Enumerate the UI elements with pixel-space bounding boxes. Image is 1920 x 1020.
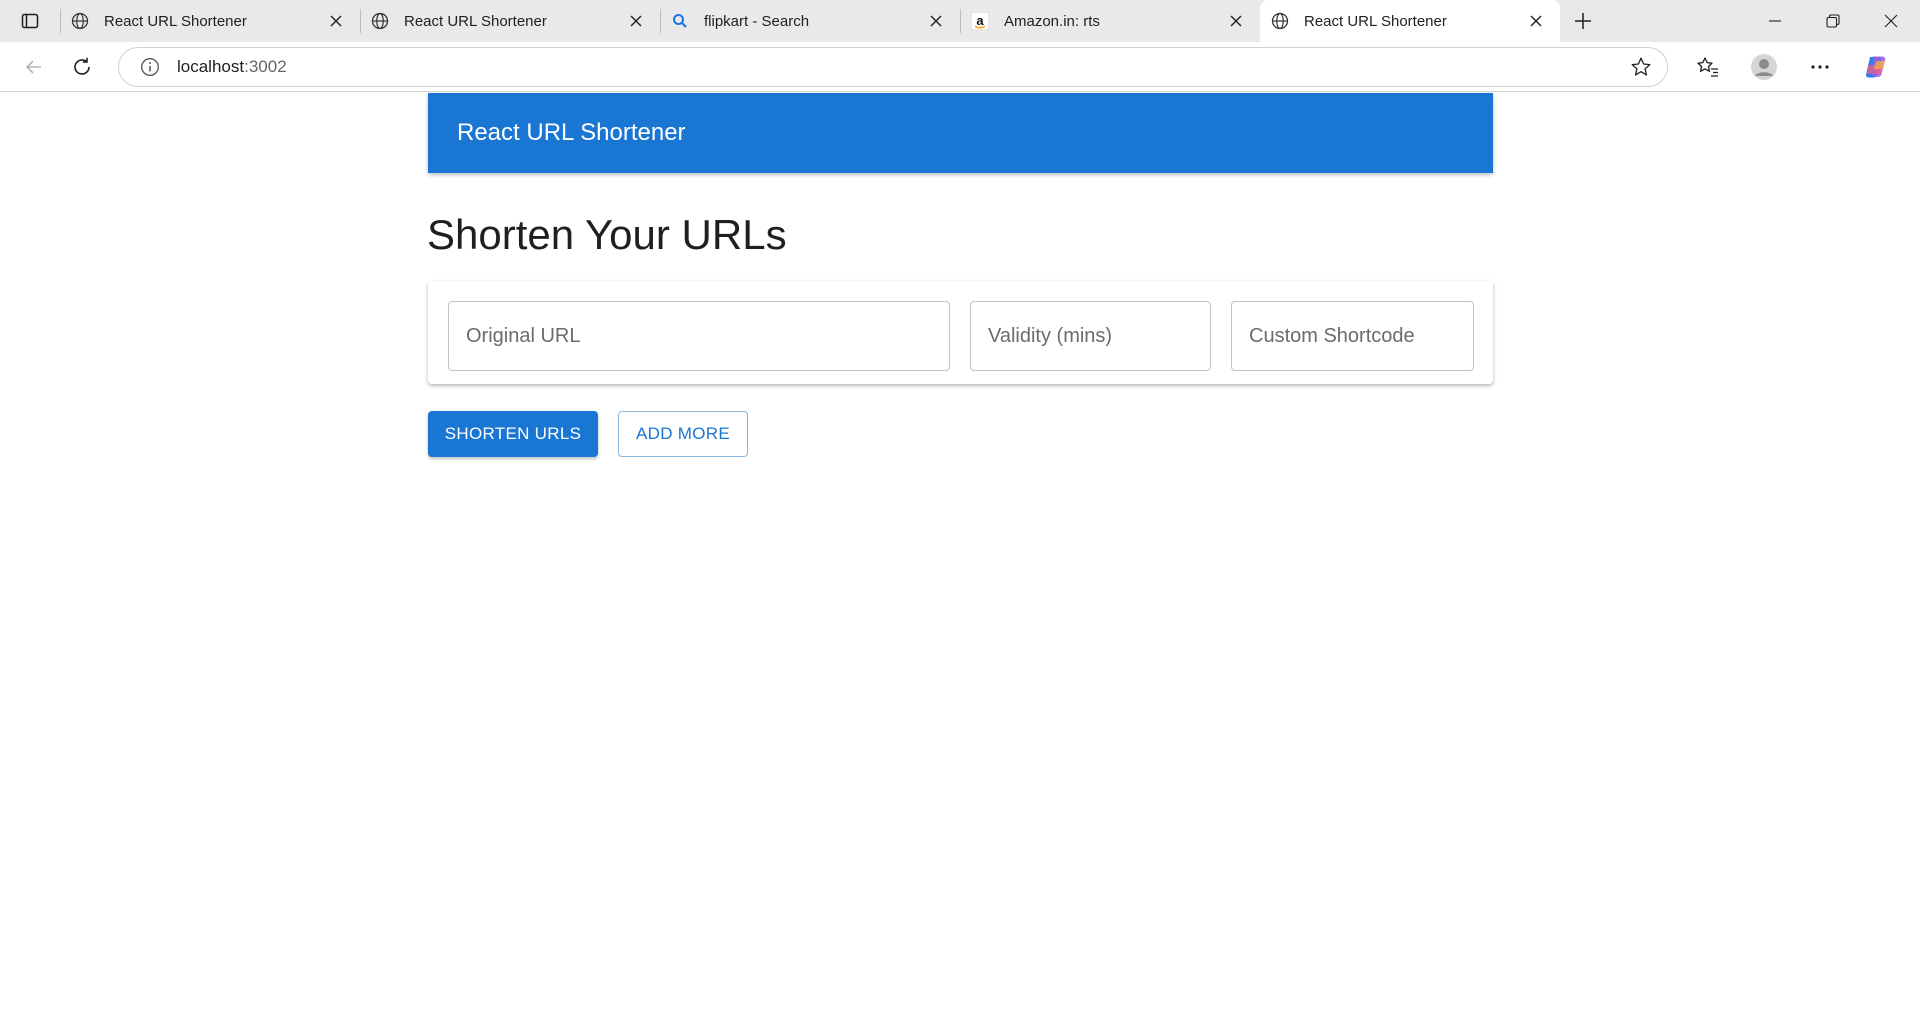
tab-title: React URL Shortener [1304,12,1447,30]
tab-title: Amazon.in: rts [1004,12,1100,30]
toolbar-right [1686,45,1910,89]
browser-tab[interactable]: flipkart - Search [660,0,960,42]
favorites-icon [1697,56,1718,77]
address-url[interactable]: localhost:3002 [177,57,1627,77]
address-bar[interactable]: localhost:3002 [118,46,1668,87]
browser-tab-bar: React URL Shortener React URL Shortener … [0,0,1920,42]
reload-icon [74,57,90,75]
ellipsis-icon [1811,64,1829,69]
browser-toolbar: localhost:3002 [0,42,1920,92]
add-more-button[interactable]: ADD MORE [618,411,748,457]
shortcode-input[interactable] [1249,324,1473,348]
site-info-icon[interactable] [139,56,161,78]
back-button[interactable] [12,45,56,89]
window-controls [1746,0,1920,42]
browser-tab-active[interactable]: React URL Shortener [1260,0,1560,42]
globe-icon [1270,11,1290,31]
restore-button[interactable] [1804,0,1862,42]
svg-text:a: a [976,13,984,28]
browser-tab[interactable]: React URL Shortener [60,0,360,42]
minimize-icon [1769,20,1781,22]
browser-tab[interactable]: a Amazon.in: rts [960,0,1260,42]
url-form-card [428,281,1493,384]
minimize-button[interactable] [1746,0,1804,42]
avatar [1751,53,1777,80]
favorite-star-icon[interactable] [1627,53,1655,81]
reload-button[interactable] [60,45,104,89]
more-options-button[interactable] [1798,45,1842,89]
close-icon[interactable] [326,11,346,31]
back-arrow-icon [25,59,41,74]
url-port: :3002 [244,56,287,76]
restore-icon [1826,14,1840,28]
validity-field[interactable] [970,301,1211,371]
page-title: Shorten Your URLs [427,211,787,258]
tab-actions-icon [21,13,39,29]
page-content: React URL Shortener Shorten Your URLs SH… [0,93,1920,1020]
tab-title: React URL Shortener [104,12,247,30]
copilot-icon [1866,56,1886,77]
shortcode-field[interactable] [1231,301,1474,371]
globe-icon [70,11,90,31]
app-bar: React URL Shortener [428,93,1493,173]
close-icon[interactable] [1226,11,1246,31]
search-icon [670,11,690,31]
profile-button[interactable] [1742,45,1786,89]
shorten-urls-button[interactable]: SHORTEN URLS [428,411,598,457]
copilot-button[interactable] [1854,45,1898,89]
close-icon[interactable] [926,11,946,31]
validity-input[interactable] [988,324,1210,348]
app-title: React URL Shortener [457,119,686,146]
new-tab-button[interactable] [1560,0,1606,42]
close-window-button[interactable] [1862,0,1920,42]
close-icon[interactable] [1526,11,1546,31]
plus-icon [1575,13,1591,29]
browser-tab[interactable]: React URL Shortener [360,0,660,42]
tab-title: React URL Shortener [404,12,547,30]
original-url-input[interactable] [466,324,949,348]
original-url-field[interactable] [448,301,950,371]
favorites-button[interactable] [1686,45,1730,89]
close-icon[interactable] [626,11,646,31]
tab-actions-button[interactable] [0,0,60,42]
close-icon [1884,14,1898,28]
globe-icon [370,11,390,31]
url-host: localhost [177,56,245,76]
tab-title: flipkart - Search [704,12,810,30]
amazon-icon: a [970,11,990,31]
